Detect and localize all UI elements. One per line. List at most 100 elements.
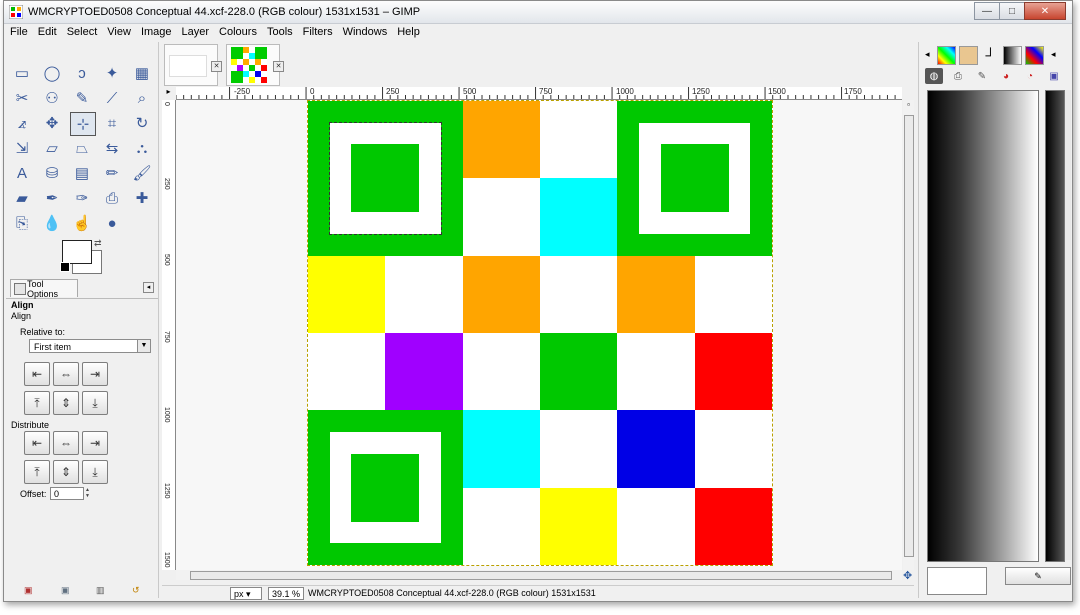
unit-select[interactable]: px ▾ xyxy=(230,587,262,600)
align-icon[interactable]: ⊹ xyxy=(70,112,96,136)
paintbrush-icon[interactable]: 🖌 xyxy=(130,162,154,184)
gradients-tab-icon[interactable] xyxy=(1003,46,1022,65)
offset-input[interactable]: 0 xyxy=(50,487,84,500)
cage-icon[interactable]: ⛬ xyxy=(130,137,154,159)
image-viewport[interactable] xyxy=(176,100,902,570)
fonts-tab-icon[interactable]: ┘ xyxy=(981,46,1000,65)
color-wheel-tab-icon[interactable]: ◕ xyxy=(997,68,1015,84)
vertical-scrollbar[interactable]: ▫ xyxy=(903,100,914,570)
offset-spinner-icon[interactable]: ▲ ▼ xyxy=(85,487,91,500)
fuzzy-select-icon[interactable]: ✦ xyxy=(100,62,124,84)
edit-button[interactable]: ✎ xyxy=(1005,567,1071,585)
relative-to-select[interactable]: First item ▼ xyxy=(29,339,151,353)
flip-icon[interactable]: ⇆ xyxy=(100,137,124,159)
menu-file[interactable]: File xyxy=(4,24,32,38)
dodge-burn-icon[interactable]: ● xyxy=(100,212,124,234)
menu-image[interactable]: Image xyxy=(135,24,176,38)
distribute-left-button[interactable]: ⇤ xyxy=(24,431,50,455)
swap-colors-icon[interactable]: ⇄ xyxy=(94,238,102,249)
heal-icon[interactable]: ✚ xyxy=(130,187,154,209)
distribute-middle-button[interactable]: ⇕ xyxy=(53,460,79,484)
smudge-icon[interactable]: ☝ xyxy=(70,212,94,234)
rotate-icon[interactable]: ↻ xyxy=(130,112,154,134)
menu-help[interactable]: Help xyxy=(391,24,424,38)
menu-tools[interactable]: Tools xyxy=(261,24,297,38)
palettes-tab-icon[interactable] xyxy=(1025,46,1044,65)
blur-icon[interactable]: 💧 xyxy=(40,212,64,234)
distribute-top-button[interactable]: ⤒ xyxy=(24,460,50,484)
patterns-tab-icon[interactable] xyxy=(959,46,978,65)
minimize-button[interactable]: — xyxy=(974,2,1000,20)
align-right-button[interactable]: ⇥ xyxy=(82,362,108,386)
chevron-down-icon[interactable]: ▼ xyxy=(137,340,150,352)
quick-mask-corner-icon[interactable]: ▸ xyxy=(162,87,175,99)
close-button[interactable]: ✕ xyxy=(1024,2,1066,20)
horizontal-scroll-thumb[interactable] xyxy=(190,571,892,580)
align-bottom-button[interactable]: ⤓ xyxy=(82,391,108,415)
eraser-icon[interactable]: ▰ xyxy=(10,187,34,209)
vertical-ruler[interactable]: 0 250 500 750 1000 1250 1500 xyxy=(162,100,176,570)
scissors-icon[interactable]: ✂ xyxy=(10,87,34,109)
paths-icon[interactable]: ✎ xyxy=(70,87,94,109)
brush-tab-icon[interactable]: ◍ xyxy=(925,68,943,84)
bucket-fill-icon[interactable]: ⛁ xyxy=(40,162,64,184)
scale-icon[interactable]: ⇲ xyxy=(10,137,34,159)
align-center-button[interactable]: ⇔ xyxy=(53,362,79,386)
zoom-icon[interactable]: ⌕ xyxy=(130,87,154,109)
delete-options-icon[interactable]: ▥ xyxy=(96,585,106,595)
tab-menu-icon[interactable]: ◂ xyxy=(143,282,154,293)
pencil-icon[interactable]: ✏ xyxy=(100,162,124,184)
image-tab-blank[interactable]: ✕ xyxy=(164,44,222,86)
color-picker-icon[interactable]: ⟋ xyxy=(100,87,124,109)
restore-options-icon[interactable]: ▣ xyxy=(61,585,71,595)
paintbrush-tab-icon[interactable]: ✎ xyxy=(973,68,991,84)
perspective-icon[interactable]: ⏢ xyxy=(70,137,94,159)
perspective-clone-icon[interactable]: ⎘ xyxy=(10,212,34,234)
history-tab-icon[interactable]: ◔ xyxy=(1021,68,1039,84)
clone-icon[interactable]: ⎙ xyxy=(100,187,124,209)
color-select-icon[interactable]: ▦ xyxy=(130,62,154,84)
free-select-icon[interactable]: ↄ xyxy=(70,62,94,84)
brushes-tab-icon[interactable] xyxy=(937,46,956,65)
image-tab-active[interactable]: ✕ xyxy=(226,44,284,86)
gradient-list-preview[interactable] xyxy=(1045,90,1065,562)
distribute-right-button[interactable]: ⇥ xyxy=(82,431,108,455)
airbrush-icon[interactable]: ✒ xyxy=(40,187,64,209)
menu-edit[interactable]: Edit xyxy=(32,24,61,38)
align-top-button[interactable]: ⤒ xyxy=(24,391,50,415)
blend-icon[interactable]: ▤ xyxy=(70,162,94,184)
measure-icon[interactable]: ⦨ xyxy=(10,112,34,134)
dock-left-arrow-icon[interactable]: ◂ xyxy=(925,49,930,60)
navigate-icon[interactable]: ✥ xyxy=(903,569,912,582)
images-tab-icon[interactable]: ▣ xyxy=(1045,68,1063,84)
menu-layer[interactable]: Layer xyxy=(176,24,214,38)
horizontal-scrollbar[interactable] xyxy=(176,570,902,580)
vertical-scroll-thumb[interactable] xyxy=(904,115,914,557)
align-middle-button[interactable]: ⇕ xyxy=(53,391,79,415)
zoom-select[interactable]: 39.1 % xyxy=(268,587,304,600)
save-options-icon[interactable]: ▣ xyxy=(24,585,34,595)
ellipse-select-icon[interactable]: ◯ xyxy=(40,62,64,84)
rect-select-icon[interactable]: ▭ xyxy=(10,62,34,84)
maximize-button[interactable]: □ xyxy=(999,2,1025,20)
dock-scrollbar[interactable] xyxy=(1065,90,1071,560)
foreground-color-swatch[interactable] xyxy=(62,240,92,264)
foreground-select-icon[interactable]: ⚇ xyxy=(40,87,64,109)
menu-select[interactable]: Select xyxy=(61,24,102,38)
stamp-tab-icon[interactable]: ⎙ xyxy=(949,68,967,84)
ink-icon[interactable]: ✑ xyxy=(70,187,94,209)
distribute-bottom-button[interactable]: ⤓ xyxy=(82,460,108,484)
image-canvas[interactable] xyxy=(307,100,773,566)
move-icon[interactable]: ✥ xyxy=(40,112,64,134)
distribute-center-button[interactable]: ⇔ xyxy=(53,431,79,455)
crop-icon[interactable]: ⌗ xyxy=(100,112,124,134)
menu-filters[interactable]: Filters xyxy=(297,24,337,38)
zoom-lock-icon[interactable]: ▫ xyxy=(903,100,914,112)
gradient-preview[interactable] xyxy=(927,90,1039,562)
close-icon[interactable]: ✕ xyxy=(211,61,222,72)
menu-windows[interactable]: Windows xyxy=(337,24,392,38)
close-icon[interactable]: ✕ xyxy=(273,61,284,72)
default-colors-icon[interactable] xyxy=(60,262,70,272)
align-left-button[interactable]: ⇤ xyxy=(24,362,50,386)
tab-tool-options[interactable]: Tool Options xyxy=(10,279,78,299)
